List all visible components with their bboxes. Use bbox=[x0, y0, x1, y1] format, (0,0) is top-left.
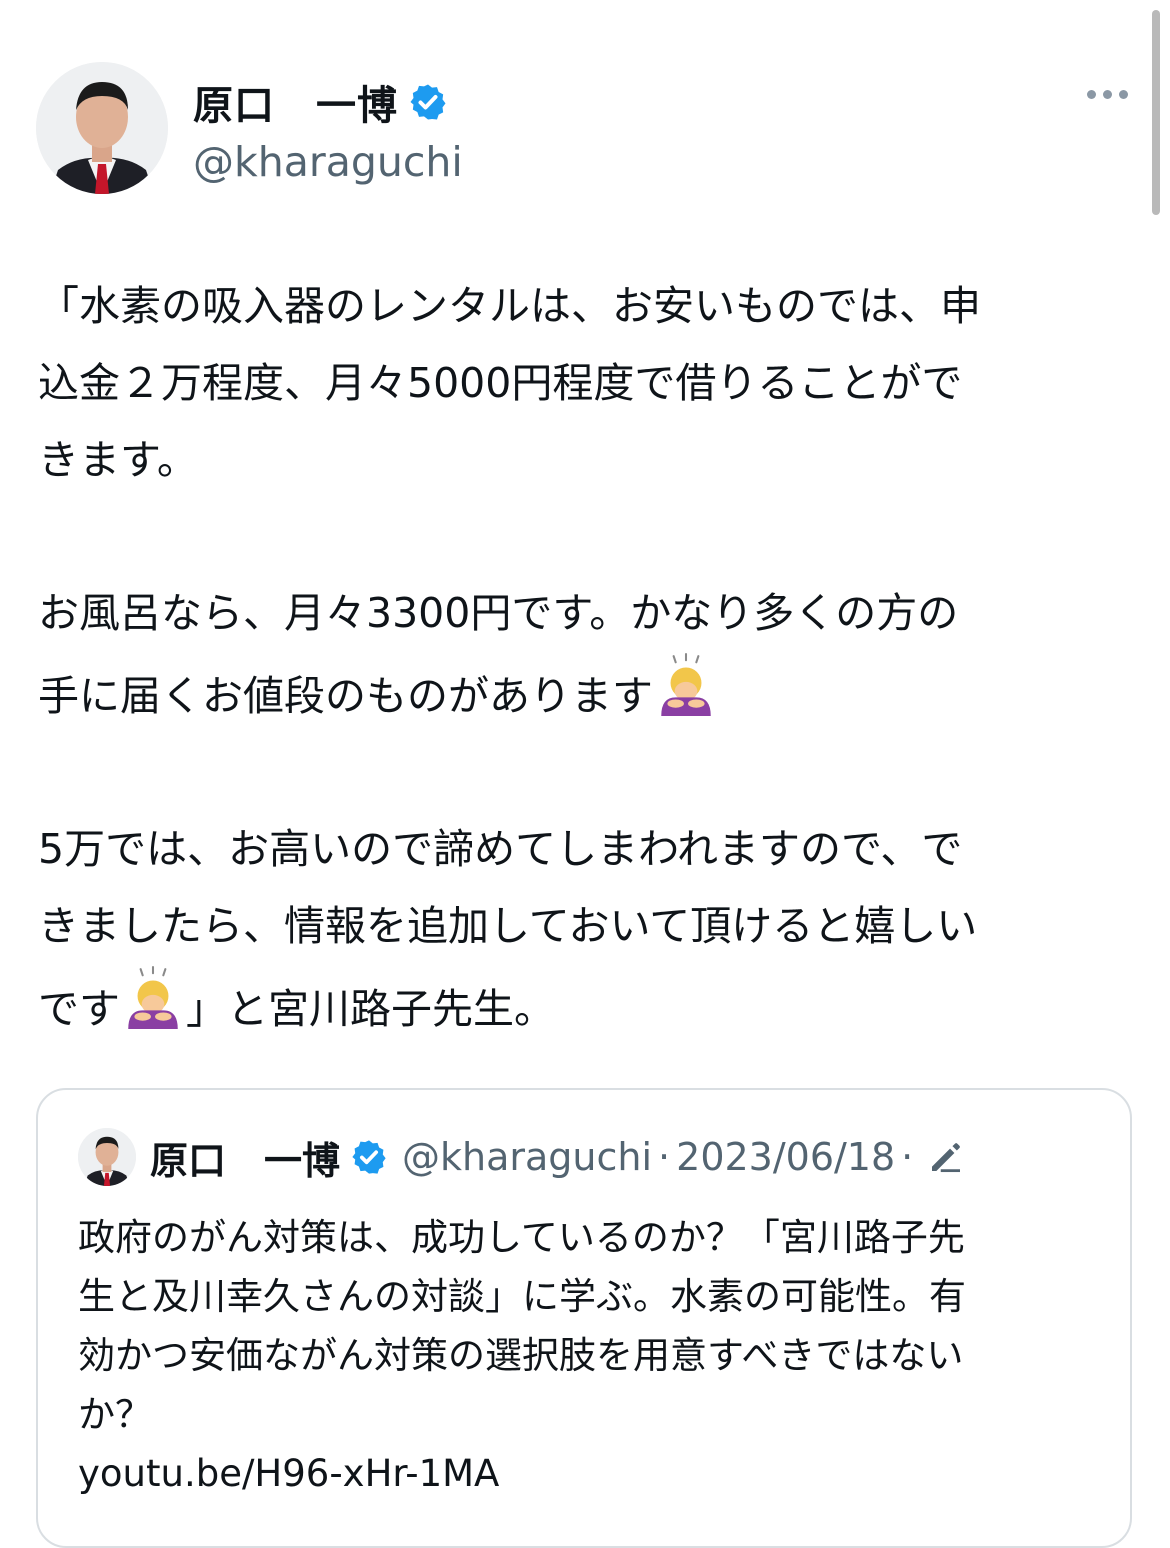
tweet-header: 原口 一博 @kharaguchi bbox=[36, 62, 1134, 196]
paragraph: お風呂なら、月々3300円です。かなり多くの方の 手に届くお値段のものがあります bbox=[38, 575, 1138, 735]
text-line: 生と及川幸久さんの対談」に学ぶ。水素の可能性。有 bbox=[78, 1275, 966, 1318]
quoted-tweet-header: 原口 一博 @kharaguchi · 2023/06/18 · bbox=[78, 1128, 967, 1186]
text-line: 「水素の吸入器のレンタルは、お安いものでは、申 bbox=[38, 282, 981, 330]
person-bowing-emoji bbox=[653, 652, 719, 718]
quoted-avatar[interactable] bbox=[78, 1128, 136, 1186]
text-line: 効かつ安価ながん対策の選択肢を用意すべきではない bbox=[78, 1334, 964, 1377]
person-bowing-emoji bbox=[120, 965, 186, 1031]
text-line: 政府のがん対策は、成功しているのか？「宮川路子先 bbox=[78, 1216, 965, 1259]
quoted-link[interactable]: youtu.be/H96-xHr-1MA bbox=[78, 1444, 1108, 1503]
text-line: か？ bbox=[78, 1393, 152, 1436]
tweet-text: 「水素の吸入器のレンタルは、お安いものでは、申 込金２万程度、月々5000円程度… bbox=[38, 268, 1138, 1048]
paragraph: 5万では、お高いので諦めてしまわれますので、で きましたら、情報を追加しておいて… bbox=[38, 811, 1138, 1048]
quoted-display-name[interactable]: 原口 一博 bbox=[150, 1130, 340, 1185]
text-line: きましたら、情報を追加しておいて頂けると嬉しい bbox=[38, 902, 978, 950]
quoted-date[interactable]: 2023/06/18 bbox=[676, 1135, 895, 1179]
scrollbar[interactable] bbox=[1152, 10, 1160, 215]
handle[interactable]: @kharaguchi bbox=[193, 138, 463, 186]
paragraph: 「水素の吸入器のレンタルは、お安いものでは、申 込金２万程度、月々5000円程度… bbox=[38, 268, 1138, 499]
separator: · bbox=[658, 1135, 671, 1179]
avatar[interactable] bbox=[36, 62, 168, 194]
text-line: お風呂なら、月々3300円です。かなり多くの方の bbox=[38, 589, 959, 637]
quoted-tweet-card[interactable]: 原口 一博 @kharaguchi · 2023/06/18 · 政府のがん対策… bbox=[36, 1088, 1132, 1548]
separator: · bbox=[901, 1135, 914, 1179]
more-options-icon[interactable] bbox=[1087, 90, 1128, 99]
quoted-tweet-text: 政府のがん対策は、成功しているのか？「宮川路子先 生と及川幸久さんの対談」に学ぶ… bbox=[78, 1208, 1108, 1503]
text-line: です 」と宮川路子先生。 bbox=[38, 965, 1138, 1048]
display-name[interactable]: 原口 一博 bbox=[193, 73, 398, 131]
text-line: 5万では、お高いので諦めてしまわれますので、で bbox=[38, 825, 963, 873]
author-info: 原口 一博 @kharaguchi bbox=[193, 74, 463, 186]
text-line: きます。 bbox=[38, 436, 198, 484]
verified-badge-icon bbox=[352, 1140, 386, 1174]
edited-pencil-icon[interactable] bbox=[925, 1136, 967, 1178]
quoted-handle[interactable]: @kharaguchi bbox=[402, 1135, 652, 1179]
text-line: 手に届くお値段のものがあります bbox=[38, 652, 1138, 735]
verified-badge-icon bbox=[410, 84, 446, 120]
text-line: 込金２万程度、月々5000円程度で借りることがで bbox=[38, 359, 963, 407]
